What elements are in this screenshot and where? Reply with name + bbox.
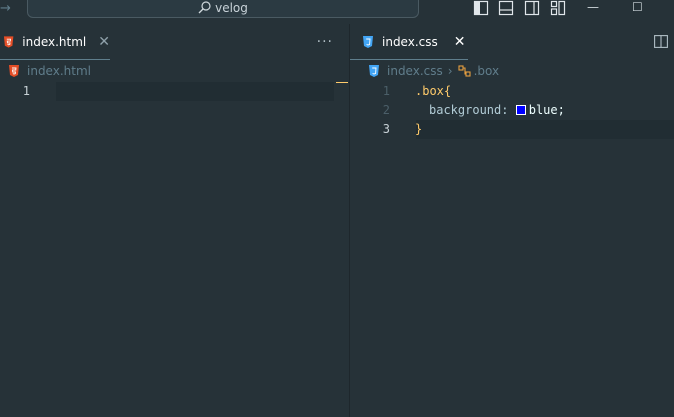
code-line: 1 <box>0 82 349 101</box>
css-semicolon: ; <box>557 103 565 117</box>
code-text: background: blue; <box>429 101 565 120</box>
code-text: .box{ <box>415 82 451 101</box>
breadcrumb-left: index.html <box>8 62 91 80</box>
open-brace: { <box>443 84 452 98</box>
code-line: 2 background: blue; <box>350 101 674 120</box>
breadcrumb-symbol[interactable]: .box <box>474 64 500 78</box>
close-tab-button[interactable]: ✕ <box>454 34 466 50</box>
search-text: velog <box>215 1 248 15</box>
breadcrumb-file[interactable]: index.css <box>387 64 443 78</box>
toggle-panel-icon[interactable] <box>498 0 514 16</box>
css-colon: : <box>501 103 509 117</box>
search-content: velog <box>28 1 418 15</box>
command-center-search[interactable]: velog <box>27 0 419 18</box>
line-number: 2 <box>382 103 390 117</box>
tab-bar-left: index.html ✕ ··· <box>0 24 349 60</box>
breadcrumb-right: index.css › .box <box>368 62 499 80</box>
editor-group-left: index.html ✕ ··· index.html 1 <box>0 24 349 417</box>
tab-underline <box>350 59 468 60</box>
close-brace: } <box>415 122 423 136</box>
chevron-right-icon: › <box>447 64 453 78</box>
css-selector: .box <box>415 84 444 98</box>
tab-index-html[interactable]: index.html ✕ <box>0 24 110 60</box>
search-icon <box>198 1 211 14</box>
html5-icon <box>9 65 19 77</box>
tab-bar-right: index.css ✕ <box>350 24 674 60</box>
split-editor-icon[interactable] <box>654 35 668 48</box>
color-swatch[interactable] <box>515 105 526 115</box>
code-line: 1 .box{ <box>350 82 674 101</box>
css3-icon <box>363 36 373 48</box>
editor-group-right: index.css ✕ index.css › .box 1 .box{2 b… <box>350 24 674 417</box>
customize-layout-icon[interactable] <box>550 0 566 16</box>
breadcrumb-file[interactable]: index.html <box>27 64 91 78</box>
line-number: 1 <box>382 84 390 98</box>
line-number: 3 <box>382 122 390 136</box>
css-rule-icon <box>458 65 471 77</box>
tab-index-css[interactable]: index.css ✕ <box>350 24 468 60</box>
toggle-secondary-sidebar-icon[interactable] <box>524 0 540 16</box>
toggle-primary-sidebar-icon[interactable] <box>473 0 489 16</box>
maximize-button[interactable]: ☐ <box>632 0 643 14</box>
line-number: 1 <box>22 84 30 98</box>
title-bar: → velog — ☐ <box>0 0 674 24</box>
css3-icon <box>369 65 379 77</box>
css-property: background <box>429 103 502 117</box>
tab-label: index.css <box>382 35 438 49</box>
arrow-right-icon[interactable]: → <box>0 1 11 16</box>
code-text: } <box>415 120 422 139</box>
css-value: blue <box>528 103 558 117</box>
tab-underline <box>0 59 110 60</box>
tab-label: index.html <box>22 35 87 49</box>
close-tab-button[interactable]: ✕ <box>98 34 110 50</box>
more-actions-button[interactable]: ··· <box>317 34 333 50</box>
minimize-button[interactable]: — <box>587 0 599 14</box>
html5-icon <box>3 36 14 48</box>
code-line: 3 } <box>350 120 674 139</box>
